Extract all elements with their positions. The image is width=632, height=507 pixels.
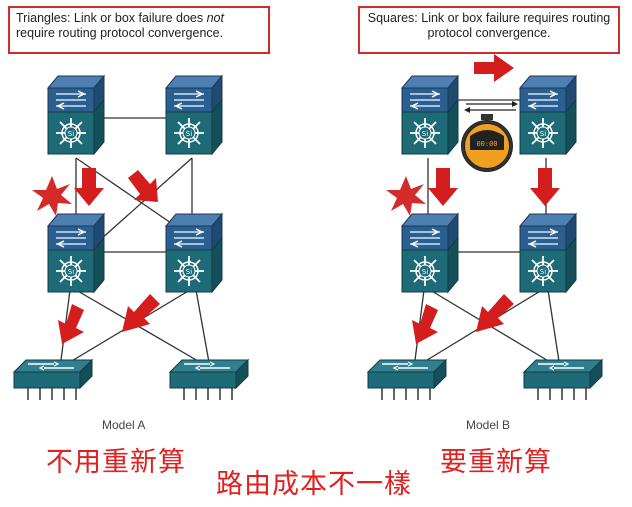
router-a-top-right: [165, 75, 223, 155]
arrow-a-mid-switch: [122, 294, 160, 332]
arrow-b-down-right: [530, 168, 560, 206]
model-b-label: Model B: [466, 418, 511, 432]
failure-star-b: [386, 176, 426, 216]
arrow-b-top-right: [474, 54, 514, 82]
switch-b-right: [523, 359, 603, 401]
router-b-bottom-right: [519, 213, 577, 293]
arrow-b-down-left: [428, 168, 458, 206]
router-a-bottom-left: [47, 213, 105, 293]
no-recalc-label: 不用重新算: [46, 447, 186, 478]
failure-star-a: [32, 176, 72, 216]
router-a-bottom-right: [165, 213, 223, 293]
switch-b-left: [367, 359, 447, 401]
router-a-top-left: [47, 75, 105, 155]
arrow-b-left-switch: [412, 304, 438, 344]
arrow-b-mid-switch: [476, 294, 514, 332]
stopwatch-display: 00:00: [476, 140, 497, 148]
router-b-bottom-left: [401, 213, 459, 293]
router-b-top-left: [401, 75, 459, 155]
switch-a-right: [169, 359, 249, 401]
arrow-a-left-switch: [58, 304, 84, 344]
stopwatch-icon: 00:00: [461, 114, 513, 172]
recalc-label: 要重新算: [440, 447, 552, 478]
router-b-top-right: [519, 75, 577, 155]
network-diagram: Si 00:00: [13, 54, 603, 401]
switch-a-left: [13, 359, 93, 401]
model-a-label: Model A: [102, 418, 146, 432]
route-cost-differs-label: 路由成本不一樣: [216, 469, 412, 500]
exchange-arrows: [464, 101, 518, 113]
